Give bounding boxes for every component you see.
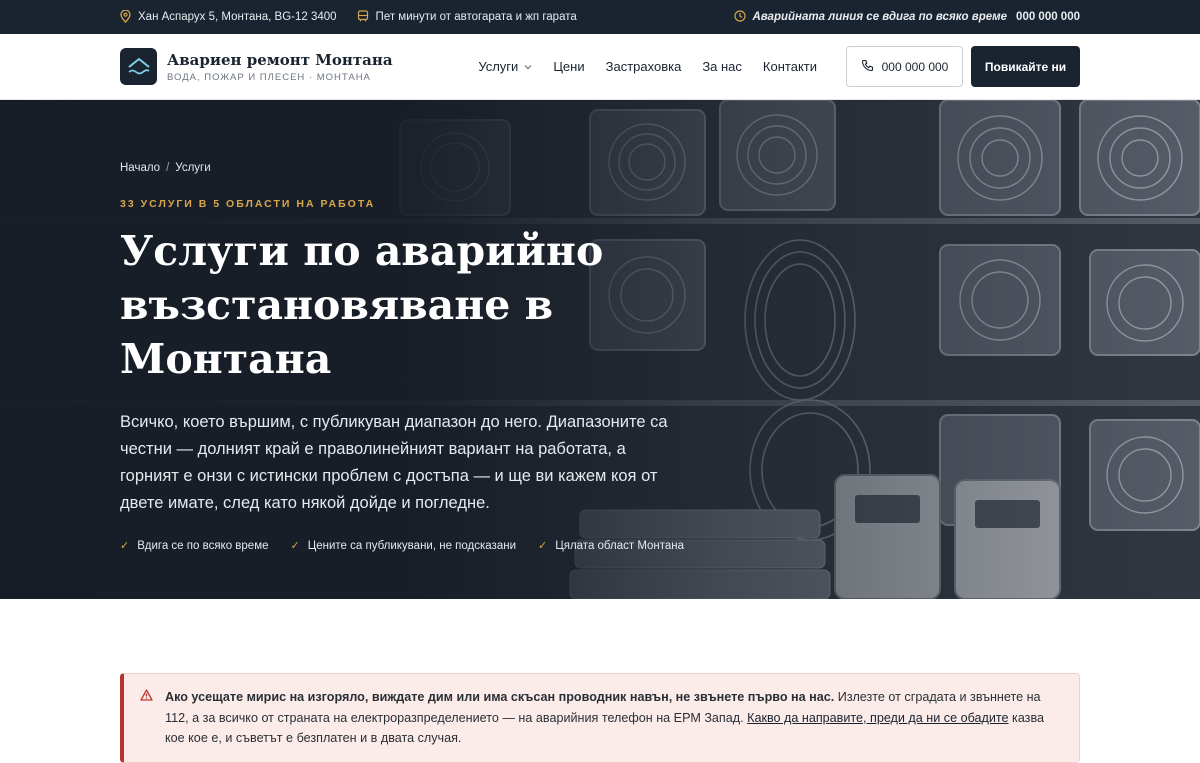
address-item: Хан Аспарух 5, Монтана, BG-12 3400	[120, 8, 337, 25]
alert-bold-text: Ако усещате мирис на изгоряло, виждате д…	[165, 690, 835, 704]
breadcrumb-home[interactable]: Начало	[120, 162, 160, 174]
breadcrumb-separator: /	[166, 162, 170, 174]
check-icon: ✓	[290, 540, 300, 552]
bus-icon	[357, 10, 369, 24]
clock-icon	[734, 10, 747, 24]
top-info-bar: Хан Аспарух 5, Монтана, BG-12 3400 Пет м…	[0, 0, 1200, 34]
hero-lead-text: Всичко, което вършим, с публикуван диапа…	[120, 413, 668, 512]
phone-icon	[861, 59, 874, 75]
nav-item-about[interactable]: За нас	[702, 59, 742, 74]
chevron-down-icon	[524, 62, 532, 72]
check-item: ✓ Цялата област Монтана	[538, 539, 685, 553]
main-nav: Услуги Цени Застраховка За нас Контакти	[478, 59, 817, 74]
check-icon: ✓	[538, 540, 548, 552]
site-header: Авариен ремонт Монтана ВОДА, ПОЖАР И ПЛЕ…	[0, 34, 1200, 100]
breadcrumb-current: Услуги	[175, 162, 211, 174]
hero-section: Начало / Услуги 33 УСЛУГИ В 5 ОБЛАСТИ НА…	[0, 100, 1200, 599]
hero-content: Начало / Услуги 33 УСЛУГИ В 5 ОБЛАСТИ НА…	[120, 100, 740, 552]
check-item: ✓ Вдига се по всяко време	[120, 539, 269, 553]
brand-logo[interactable]: Авариен ремонт Монтана ВОДА, ПОЖАР И ПЛЕ…	[120, 48, 393, 85]
brand-tagline: ВОДА, ПОЖАР И ПЛЕСЕН · МОНТАНА	[167, 71, 371, 83]
hotline-label: Аварийната линия се вдига по всяко време	[752, 11, 1008, 23]
before-calling-link[interactable]: Какво да направите, преди да ни се обади…	[747, 711, 1008, 725]
phone-button-label: 000 000 000	[881, 59, 949, 74]
check-item: ✓ Цените са публикувани, не подсказани	[290, 539, 517, 553]
logo-icon	[120, 48, 157, 85]
alert-text: Ако усещате мирис на изгоряло, виждате д…	[165, 687, 1059, 762]
check-icon: ✓	[120, 540, 130, 552]
hotline-number[interactable]: 000 000 000	[1016, 11, 1080, 23]
call-us-button[interactable]: Повикайте ни	[971, 46, 1080, 87]
brand-name: Авариен ремонт Монтана	[167, 50, 393, 69]
pin-icon	[120, 8, 131, 25]
location-note-item: Пет минути от автогарата и жп гарата	[357, 10, 577, 24]
phone-button[interactable]: 000 000 000	[846, 46, 963, 87]
breadcrumb: Начало / Услуги	[120, 162, 740, 174]
hotline[interactable]: Аварийната линия се вдига по всяко време…	[734, 10, 1080, 24]
nav-item-insurance[interactable]: Застраховка	[606, 59, 682, 74]
location-note-text: Пет минути от автогарата и жп гарата	[375, 11, 577, 23]
warning-icon	[140, 687, 153, 762]
page-title: Услуги по аварийно възстановяване в Монт…	[120, 227, 604, 383]
nav-item-prices[interactable]: Цени	[553, 59, 584, 74]
address-text: Хан Аспарух 5, Монтана, BG-12 3400	[138, 11, 337, 23]
nav-item-contacts[interactable]: Контакти	[763, 59, 817, 74]
hero-eyebrow: 33 УСЛУГИ В 5 ОБЛАСТИ НА РАБОТА	[120, 198, 376, 210]
hero-checklist: ✓ Вдига се по всяко време ✓ Цените са пу…	[120, 539, 740, 553]
nav-item-services[interactable]: Услуги	[478, 59, 532, 74]
